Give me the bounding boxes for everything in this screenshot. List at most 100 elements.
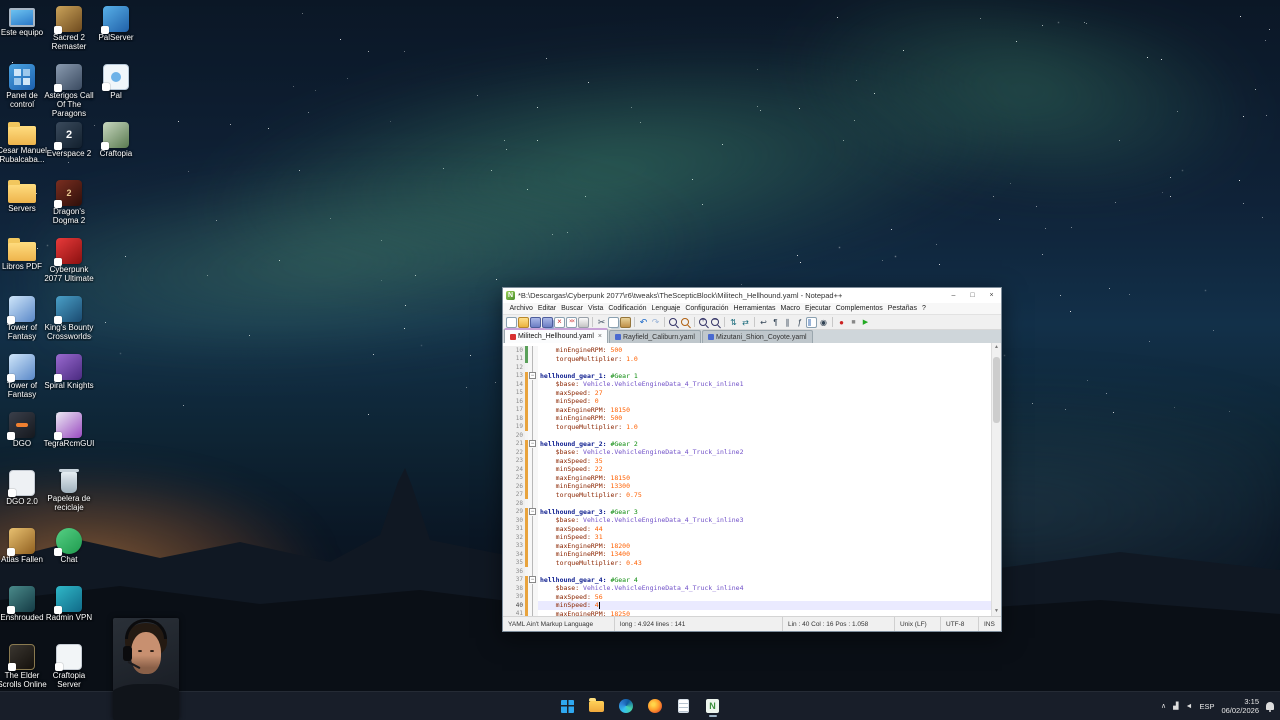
macro-record-icon[interactable] bbox=[836, 317, 847, 328]
undo-icon[interactable] bbox=[638, 317, 649, 328]
desktop-icon-radmin-vpn[interactable]: Radmin VPN bbox=[42, 584, 96, 622]
menu-configuraci-n[interactable]: Configuración bbox=[683, 305, 731, 312]
copy-icon[interactable] bbox=[608, 317, 619, 328]
desktop-icon-everspace-2[interactable]: Everspace 2 bbox=[42, 120, 96, 158]
volume-icon[interactable]: ◄ bbox=[1186, 703, 1193, 710]
menu-codificaci-n[interactable]: Codificación bbox=[606, 305, 649, 312]
word-wrap-icon[interactable] bbox=[758, 317, 769, 328]
new-file-icon[interactable] bbox=[506, 317, 517, 328]
code-token: minSpeed: bbox=[540, 465, 591, 473]
pal-icon bbox=[103, 64, 129, 90]
taskbar-icon-firefox[interactable] bbox=[644, 694, 666, 718]
desktop-icon-pal[interactable]: Pal bbox=[89, 62, 143, 100]
zoom-in-icon[interactable]: + bbox=[698, 317, 709, 328]
menu-buscar[interactable]: Buscar bbox=[559, 305, 586, 312]
paste-icon[interactable] bbox=[620, 317, 631, 328]
menu-editar[interactable]: Editar bbox=[535, 305, 558, 312]
fold-guide bbox=[528, 542, 538, 551]
close-icon[interactable] bbox=[554, 317, 565, 328]
notification-bell-icon[interactable] bbox=[1266, 702, 1274, 710]
desktop-icon-king-s-bounty-crossworlds[interactable]: King's Bounty Crossworlds bbox=[42, 294, 96, 341]
vertical-scrollbar[interactable]: ▲ ▼ bbox=[991, 343, 1001, 616]
close-button[interactable]: × bbox=[982, 288, 1001, 303]
desktop-icon-asterigos-call-of-the-paragons[interactable]: Asterigos Call Of The Paragons bbox=[42, 62, 96, 118]
desktop-icon-label: Asterigos Call Of The Paragons bbox=[42, 91, 96, 118]
code-line: 28 bbox=[503, 499, 991, 508]
scrollbar-thumb[interactable] bbox=[993, 357, 1000, 423]
tab-rayfield-caliburn-yaml[interactable]: Rayfield_Caliburn.yaml bbox=[609, 330, 701, 343]
code-area[interactable]: 10 minEngineRPM: 500 11 torqueMultiplier:… bbox=[503, 343, 991, 616]
code-token: #Gear 2 bbox=[607, 440, 638, 448]
menu-ejecutar[interactable]: Ejecutar bbox=[803, 305, 834, 312]
window-title: *B:\Descargas\Cyberpunk 2077\r6\tweaks\T… bbox=[518, 291, 944, 300]
redo-icon[interactable] bbox=[650, 317, 661, 328]
find-icon[interactable] bbox=[668, 317, 679, 328]
menu-[interactable]: ? bbox=[919, 305, 928, 312]
taskbar-icon-file-explorer[interactable] bbox=[586, 694, 608, 718]
taskbar-icon-notepad[interactable] bbox=[673, 694, 695, 718]
menu-vista[interactable]: Vista bbox=[585, 305, 605, 312]
desktop-icon-papelera-de-reciclaje[interactable]: Papelera de reciclaje bbox=[42, 468, 96, 512]
menu-pesta-as[interactable]: Pestañas bbox=[885, 305, 919, 312]
document-map-icon[interactable] bbox=[806, 317, 817, 328]
taskbar-icon-edge[interactable] bbox=[615, 694, 637, 718]
open-file-icon[interactable] bbox=[518, 317, 529, 328]
print-icon[interactable] bbox=[578, 317, 589, 328]
zoom-out-icon[interactable]: − bbox=[710, 317, 721, 328]
status-eol-format[interactable]: Unix (LF) bbox=[895, 617, 941, 631]
desktop-icon-tegrarcmgui[interactable]: TegraRcmGUI bbox=[42, 410, 96, 448]
desktop-icon-spiral-knights[interactable]: Spiral Knights bbox=[42, 352, 96, 390]
desktop-icon-palserver[interactable]: PalServer bbox=[89, 4, 143, 42]
tab-mizutani-shion-coyote-yaml[interactable]: Mizutani_Shion_Coyote.yaml bbox=[702, 330, 813, 343]
desktop-icon-dragon-s-dogma-2[interactable]: Dragon's Dogma 2 bbox=[42, 178, 96, 225]
function-list-icon[interactable] bbox=[794, 317, 805, 328]
save-icon[interactable] bbox=[530, 317, 541, 328]
code-text: torqueMultiplier: 0.75 bbox=[538, 491, 991, 500]
show-all-chars-icon[interactable] bbox=[770, 317, 781, 328]
menu-lenguaje[interactable]: Lenguaje bbox=[649, 305, 683, 312]
save-all-icon[interactable] bbox=[542, 317, 553, 328]
desktop-icon-craftopia[interactable]: Craftopia bbox=[89, 120, 143, 158]
macro-play-icon[interactable] bbox=[860, 317, 871, 328]
menu-complementos[interactable]: Complementos bbox=[833, 305, 885, 312]
menu-macro[interactable]: Macro bbox=[778, 305, 802, 312]
title-bar[interactable]: N *B:\Descargas\Cyberpunk 2077\r6\tweaks… bbox=[503, 288, 1001, 303]
fold-collapse-icon[interactable] bbox=[528, 440, 538, 449]
scroll-up-arrow[interactable]: ▲ bbox=[992, 343, 1001, 352]
taskbar-icon-start[interactable] bbox=[557, 694, 579, 718]
replace-icon[interactable] bbox=[680, 317, 691, 328]
fold-collapse-icon[interactable] bbox=[528, 508, 538, 517]
taskbar-icon-notepad-plus-plus[interactable]: N bbox=[702, 694, 724, 718]
desktop-icon-chat[interactable]: Chat bbox=[42, 526, 96, 564]
scroll-down-arrow[interactable]: ▼ bbox=[992, 607, 1001, 616]
tab-militech-hellhound-yaml[interactable]: Militech_Hellhound.yaml × bbox=[504, 328, 608, 343]
tray-chevron-icon[interactable]: ∧ bbox=[1161, 702, 1166, 710]
status-insert-mode[interactable]: INS bbox=[979, 617, 1001, 631]
cut-icon[interactable] bbox=[596, 317, 607, 328]
menu-herramientas[interactable]: Herramientas bbox=[731, 305, 778, 312]
network-icon[interactable]: ▟ bbox=[1173, 702, 1178, 710]
line-number: 30 bbox=[503, 516, 525, 525]
sync-vertical-icon[interactable] bbox=[728, 317, 739, 328]
desktop-icon-cyberpunk-2077-ultimate[interactable]: Cyberpunk 2077 Ultimate bbox=[42, 236, 96, 283]
fold-collapse-icon[interactable] bbox=[528, 372, 538, 381]
sync-horizontal-icon[interactable] bbox=[740, 317, 751, 328]
menu-archivo[interactable]: Archivo bbox=[507, 305, 535, 312]
status-encoding[interactable]: UTF-8 bbox=[941, 617, 979, 631]
firefox-icon bbox=[648, 699, 662, 713]
desktop-icon-sacred-2-remaster[interactable]: Sacred 2 Remaster bbox=[42, 4, 96, 51]
radmin-icon bbox=[56, 586, 82, 612]
desktop-icon-craftopia-server[interactable]: Craftopia Server bbox=[42, 642, 96, 689]
macro-stop-icon[interactable] bbox=[848, 317, 859, 328]
clock[interactable]: 3:15 06/02/2026 bbox=[1221, 697, 1259, 715]
code-token: 35 bbox=[591, 457, 603, 465]
indent-guide-icon[interactable] bbox=[782, 317, 793, 328]
fold-collapse-icon[interactable] bbox=[528, 576, 538, 585]
document-monitor-icon[interactable] bbox=[818, 317, 829, 328]
keyboard-language[interactable]: ESP bbox=[1199, 702, 1214, 711]
close-all-icon[interactable] bbox=[566, 317, 577, 328]
editor[interactable]: 10 minEngineRPM: 500 11 torqueMultiplier:… bbox=[503, 343, 1001, 616]
tab-close-icon[interactable]: × bbox=[598, 333, 602, 340]
maximize-button[interactable]: □ bbox=[963, 288, 982, 303]
minimize-button[interactable]: – bbox=[944, 288, 963, 303]
